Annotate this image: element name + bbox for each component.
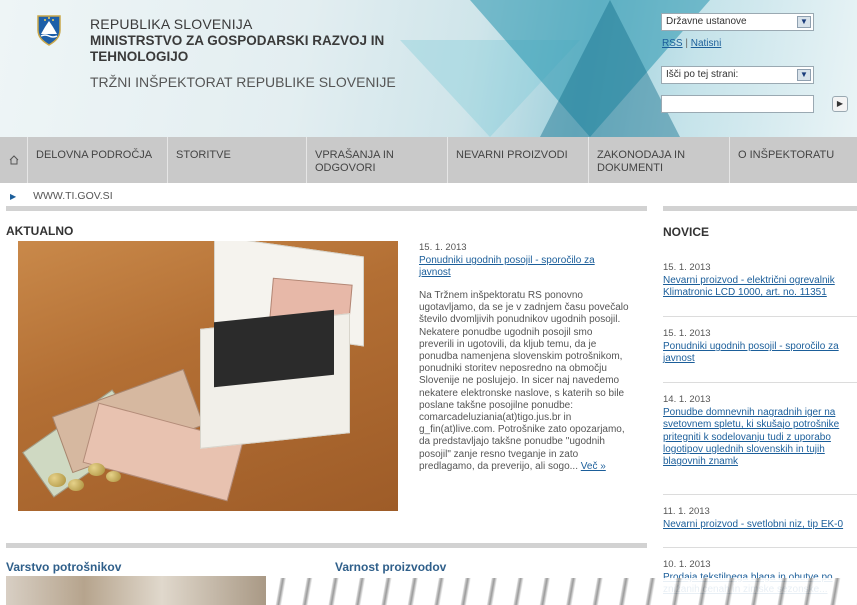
nav-item-zakonodaja[interactable]: ZAKONODAJA IN DOKUMENTI [589, 137, 730, 183]
nav-item-vprasanja[interactable]: VPRAŠANJA IN ODGOVORI [307, 137, 448, 183]
divider [663, 382, 857, 383]
divider [6, 206, 647, 211]
news-item: 11. 1. 2013 Nevarni proizvod - svetlobni… [663, 506, 857, 531]
article-body: Na Tržnem inšpektoratu RS ponovno ugotav… [419, 290, 629, 473]
featured-article: 15. 1. 2013 Ponudniki ugodnih posojil - … [419, 242, 629, 473]
consumer-protection-heading[interactable]: Varstvo potrošnikov [6, 560, 121, 574]
article-date: 15. 1. 2013 [419, 242, 467, 253]
nav-item-o-inspektoratu[interactable]: O INŠPEKTORATU [730, 137, 857, 183]
coin [68, 479, 84, 491]
aktualno-heading: AKTUALNO [6, 224, 74, 238]
divider [663, 494, 857, 495]
site-header: REPUBLIKA SLOVENIJA MINISTRSTVO ZA GOSPO… [0, 0, 857, 137]
product-safety-heading[interactable]: Varnost proizvodov [335, 560, 446, 574]
nav-item-nevarni-proizvodi[interactable]: NEVARNI PROIZVODI [448, 137, 589, 183]
news-link[interactable]: Ponudniki ugodnih posojil - sporočilo za… [663, 341, 857, 366]
breadcrumb: ▶ WWW.TI.GOV.SI [10, 190, 113, 202]
search-scope-select[interactable]: Išči po tej strani: ▼ [661, 66, 814, 84]
search-submit-button[interactable]: ▶ [832, 96, 848, 112]
news-item: 14. 1. 2013 Ponudbe domnevnih nagradnih … [663, 394, 857, 468]
news-item: 15. 1. 2013 Nevarni proizvod - električn… [663, 262, 857, 300]
coin [48, 473, 66, 487]
utility-links: RSS | Natisni [662, 38, 721, 49]
ministry-name: MINISTRSTVO ZA GOSPODARSKI RAZVOJ IN TEH… [90, 33, 385, 64]
breadcrumb-home[interactable]: WWW.TI.GOV.SI [33, 190, 113, 202]
divider [663, 547, 857, 548]
institutions-select-value: Državne ustanove [666, 16, 747, 27]
news-date: 15. 1. 2013 [663, 262, 711, 273]
consumer-protection-image[interactable] [6, 576, 266, 605]
main-navigation: DELOVNA PODROČJA STORITVE VPRAŠANJA IN O… [0, 137, 857, 183]
search-scope-value: Išči po tej strani: [666, 69, 739, 80]
news-link[interactable]: Nevarni proizvod - električni ogrevalnik… [663, 275, 857, 300]
nav-item-storitve[interactable]: STORITVE [168, 137, 307, 183]
government-name: REPUBLIKA SLOVENIJA [90, 16, 253, 32]
nav-item-delovna-podrocja[interactable]: DELOVNA PODROČJA [28, 137, 168, 183]
chevron-down-icon[interactable]: ▼ [797, 16, 811, 28]
read-more-link[interactable]: Več » [581, 461, 606, 472]
divider [663, 206, 857, 211]
news-link[interactable]: Ponudbe domnevnih nagradnih iger na svet… [663, 407, 857, 468]
slovenia-coat-of-arms-icon[interactable] [36, 14, 62, 46]
news-link[interactable]: Nevarni proizvod - svetlobni niz, tip EK… [663, 519, 857, 531]
home-button[interactable] [0, 137, 28, 183]
news-date: 15. 1. 2013 [663, 328, 711, 339]
news-date: 11. 1. 2013 [663, 506, 710, 517]
divider [6, 543, 647, 548]
article-text: Na Tržnem inšpektoratu RS ponovno ugotav… [419, 290, 629, 472]
home-icon [9, 155, 18, 165]
news-date: 14. 1. 2013 [663, 394, 711, 405]
institutions-select[interactable]: Državne ustanove ▼ [661, 13, 814, 31]
print-link[interactable]: Natisni [691, 38, 722, 49]
search-input[interactable] [661, 95, 814, 113]
featured-image[interactable] [18, 241, 398, 511]
coin [106, 471, 121, 482]
news-date: 10. 1. 2013 [663, 559, 711, 570]
cash-box-tray [214, 309, 334, 388]
divider [663, 316, 857, 317]
article-title-link[interactable]: Ponudniki ugodnih posojil - sporočilo za… [419, 255, 629, 279]
inspectorate-name[interactable]: TRŽNI INŠPEKTORAT REPUBLIKE SLOVENIJE [90, 74, 396, 90]
chevron-right-icon: ▶ [10, 192, 17, 201]
coin [88, 463, 105, 476]
rss-link[interactable]: RSS [662, 38, 683, 49]
torn-edge-overlay [270, 578, 857, 605]
news-item: 15. 1. 2013 Ponudniki ugodnih posojil - … [663, 328, 857, 366]
header-decoration [540, 0, 680, 137]
chevron-down-icon[interactable]: ▼ [797, 69, 811, 81]
novice-heading: NOVICE [663, 225, 710, 239]
